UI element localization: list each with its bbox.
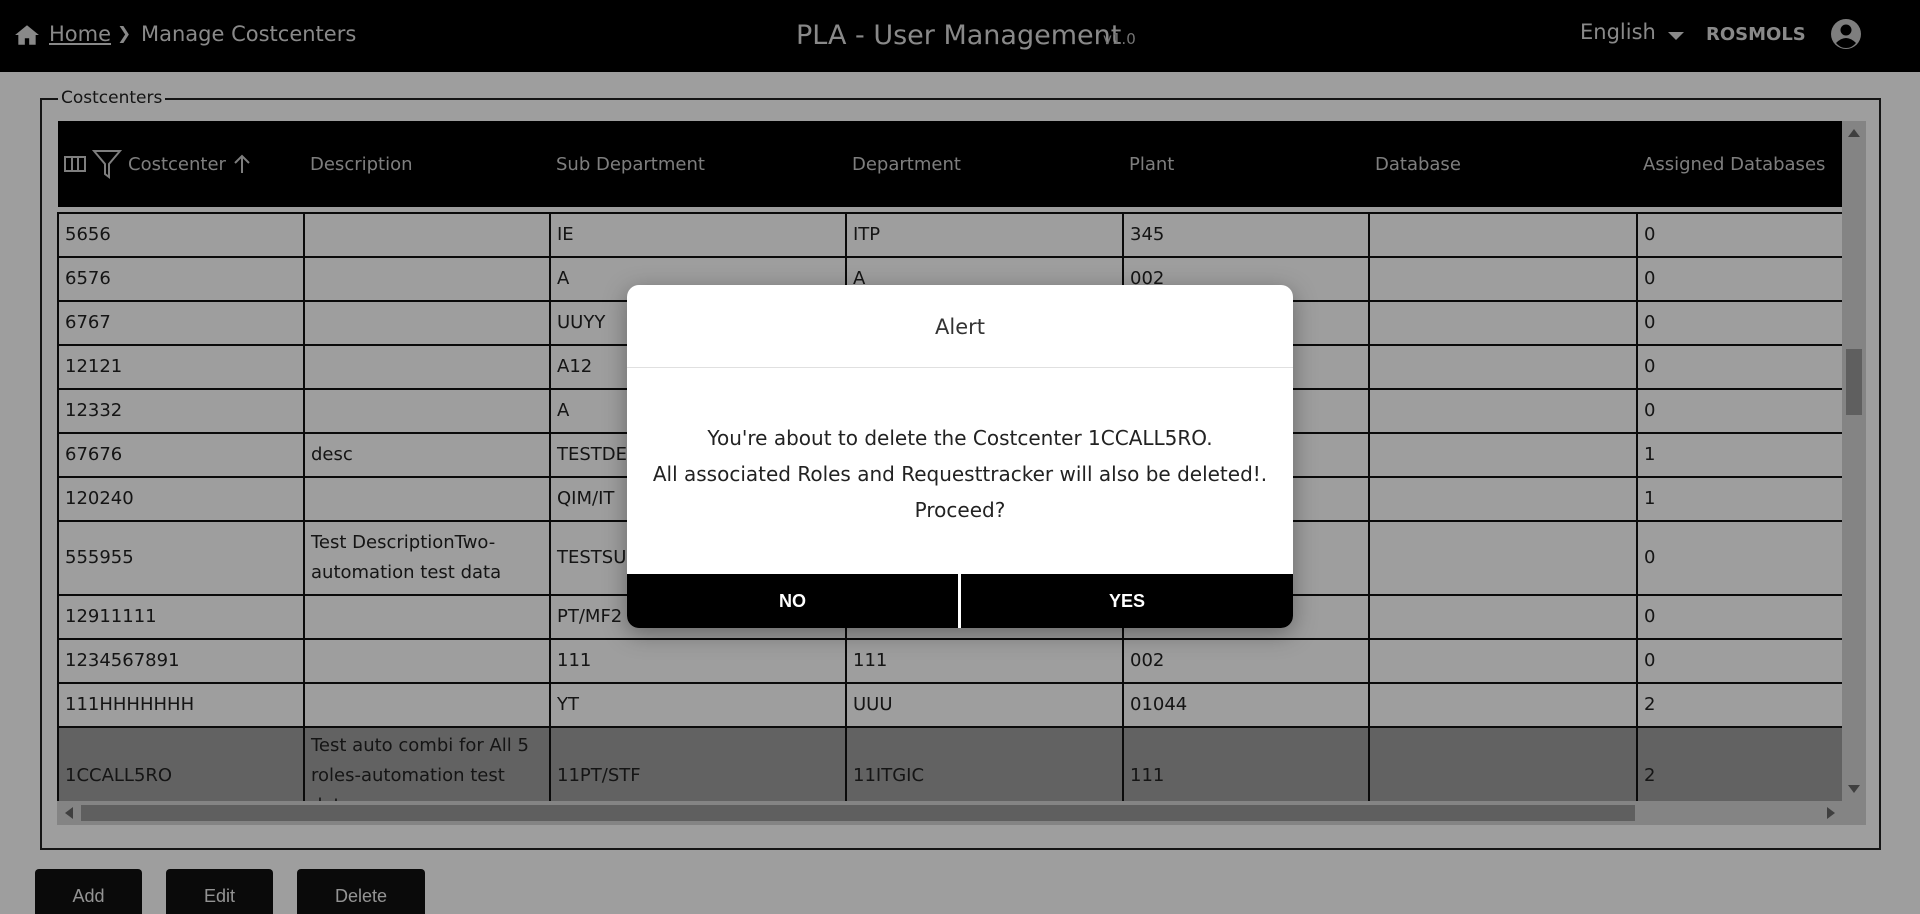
dialog-message-line: Proceed? — [914, 498, 1006, 522]
dialog-message-line: You're about to delete the Costcenter 1C… — [707, 426, 1213, 450]
dialog-message-line: All associated Roles and Requesttracker … — [652, 462, 1268, 486]
delete-confirm-dialog: Alert You're about to delete the Costcen… — [627, 285, 1293, 628]
yes-button[interactable]: YES — [961, 574, 1293, 628]
dialog-message: You're about to delete the Costcenter 1C… — [627, 420, 1293, 528]
no-button[interactable]: NO — [627, 574, 958, 628]
dialog-title: Alert — [627, 285, 1293, 368]
